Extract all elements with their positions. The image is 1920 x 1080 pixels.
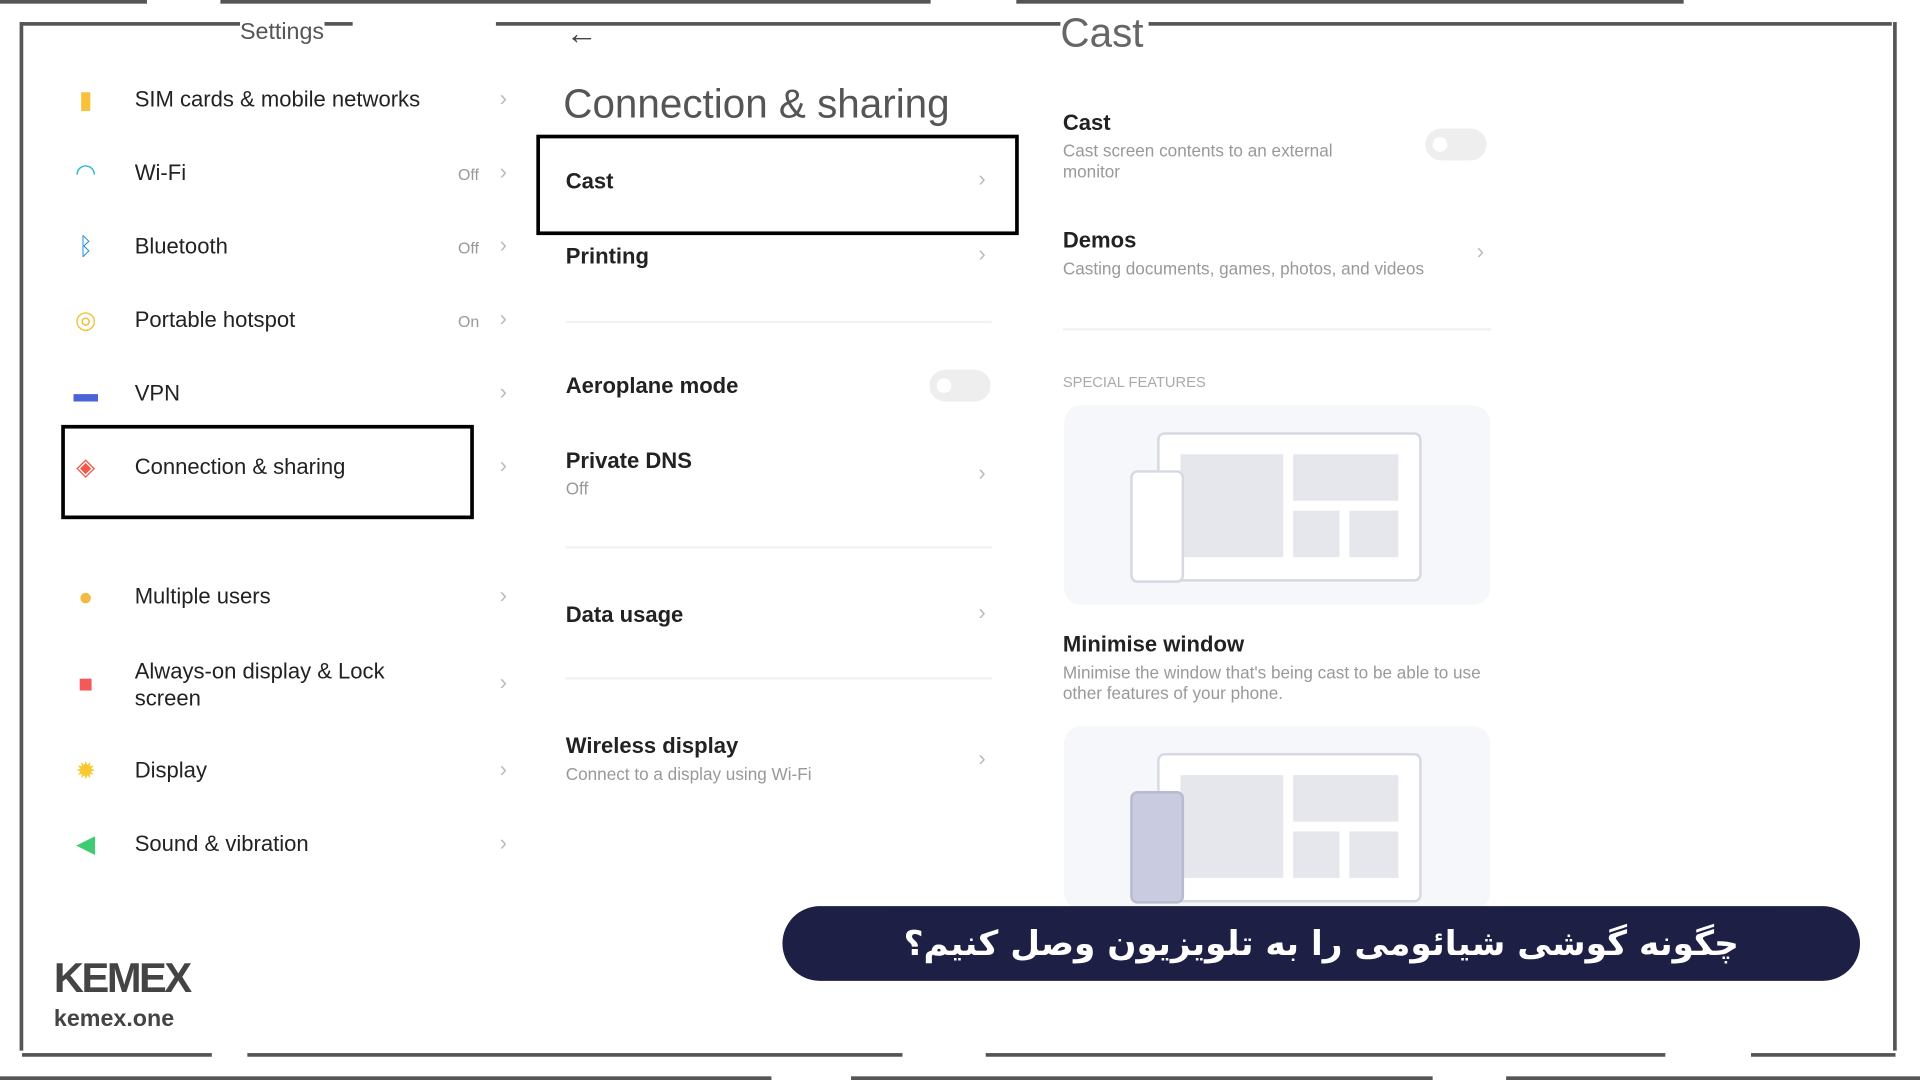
sidebar-item-value: Off — [457, 238, 479, 258]
banner-text: چگونه گوشی شیائومی را به تلویزیون وصل کن… — [903, 923, 1739, 964]
frame-line — [22, 1053, 212, 1057]
users-icon: ● — [78, 584, 94, 612]
menu-item-sub: Off — [565, 478, 589, 499]
cast-description: Cast screen contents to an external moni… — [1062, 140, 1333, 182]
frame-line — [220, 0, 931, 4]
back-arrow-icon[interactable]: ← — [566, 15, 598, 53]
highlight-cast — [536, 134, 1019, 236]
divider — [565, 546, 992, 549]
divider — [1062, 328, 1492, 331]
chevron-right-icon: › — [499, 306, 507, 331]
brand-url: kemex.one — [53, 1006, 175, 1033]
chevron-right-icon: › — [499, 669, 507, 695]
sidebar-item-label: Bluetooth — [134, 233, 228, 259]
cast-toggle[interactable] — [1425, 128, 1487, 161]
frame-line — [851, 1076, 1433, 1080]
chevron-right-icon: › — [499, 159, 507, 184]
chevron-right-icon: › — [499, 232, 507, 258]
chevron-right-icon: › — [978, 460, 986, 485]
kemex-logo: KEMEX — [53, 955, 192, 1002]
sidebar-item-label: Multiple users — [134, 584, 271, 609]
chevron-right-icon: › — [499, 830, 507, 855]
chevron-right-icon: › — [978, 600, 986, 625]
sim-icon: ▮ — [78, 86, 93, 114]
sidebar-item-label: SIM cards & mobile networks — [134, 86, 421, 112]
divider — [565, 320, 992, 324]
sidebar-item-label: VPN — [134, 380, 181, 406]
sidebar-item-value: Off — [457, 165, 479, 184]
minimise-label: Minimise window — [1062, 631, 1245, 657]
lock-icon: ■ — [78, 671, 94, 698]
sidebar-item-label: Always-on display & Lock screen — [134, 658, 385, 711]
frame-line — [1893, 22, 1897, 1051]
frame-line — [1751, 1053, 1896, 1057]
chevron-right-icon: › — [499, 453, 507, 478]
highlight-connection-sharing — [61, 424, 474, 520]
illustration-cast — [1064, 405, 1491, 605]
chevron-right-icon: › — [499, 756, 507, 782]
aeroplane-toggle[interactable] — [929, 369, 991, 402]
menu-item-label: Wireless display — [565, 733, 739, 758]
frame-line — [0, 1076, 772, 1080]
menu-item-sub: Connect to a display using Wi-Fi — [565, 764, 812, 784]
wifi-icon: ◠ — [75, 160, 97, 188]
screenshot: Settings ▮ SIM cards & mobile networks ›… — [0, 0, 1920, 1080]
divider — [565, 677, 992, 680]
cast-title: Cast — [1060, 9, 1149, 57]
chevron-right-icon: › — [978, 745, 986, 771]
page-title: Connection & sharing — [563, 80, 950, 127]
menu-item-label: Aeroplane mode — [565, 373, 739, 398]
frame-line — [247, 1053, 903, 1057]
chevron-right-icon: › — [1476, 238, 1485, 264]
sun-icon: ✹ — [75, 757, 96, 785]
sidebar-item-label: Wi-Fi — [134, 160, 187, 185]
hotspot-icon: ◎ — [75, 307, 97, 335]
sidebar-item-label: Portable hotspot — [134, 307, 296, 332]
sidebar-item-label: Display — [134, 757, 207, 783]
title-banner: چگونه گوشی شیائومی را به تلویزیون وصل کن… — [782, 906, 1861, 981]
sidebar-item-value: On — [457, 312, 480, 331]
frame-line — [19, 22, 24, 1051]
vpn-icon: ▬ — [73, 380, 98, 408]
section-header: SPECIAL FEATURES — [1062, 373, 1206, 391]
cast-label: Cast — [1062, 110, 1111, 135]
chevron-right-icon: › — [499, 379, 507, 405]
settings-title: Settings — [240, 19, 325, 47]
minimise-description: Minimise the window that's being cast to… — [1062, 662, 1481, 703]
frame-line — [1506, 1076, 1920, 1080]
bluetooth-icon: ᛒ — [78, 233, 94, 261]
chevron-right-icon: › — [499, 582, 507, 608]
menu-item-label: Data usage — [565, 602, 684, 627]
frame-line — [985, 1053, 1666, 1057]
demos-description: Casting documents, games, photos, and vi… — [1062, 258, 1425, 278]
menu-item-label: Printing — [565, 243, 649, 269]
frame-line — [0, 0, 147, 4]
chevron-right-icon: › — [499, 85, 507, 111]
frame-line — [495, 22, 1892, 26]
sidebar-item-label: Sound & vibration — [134, 831, 309, 856]
frame-line — [1016, 0, 1684, 4]
chevron-right-icon: › — [978, 241, 986, 266]
illustration-minimise — [1064, 726, 1491, 910]
menu-item-label: Private DNS — [565, 448, 692, 473]
speaker-icon: ◀ — [76, 831, 96, 859]
demos-label: Demos — [1062, 227, 1137, 253]
